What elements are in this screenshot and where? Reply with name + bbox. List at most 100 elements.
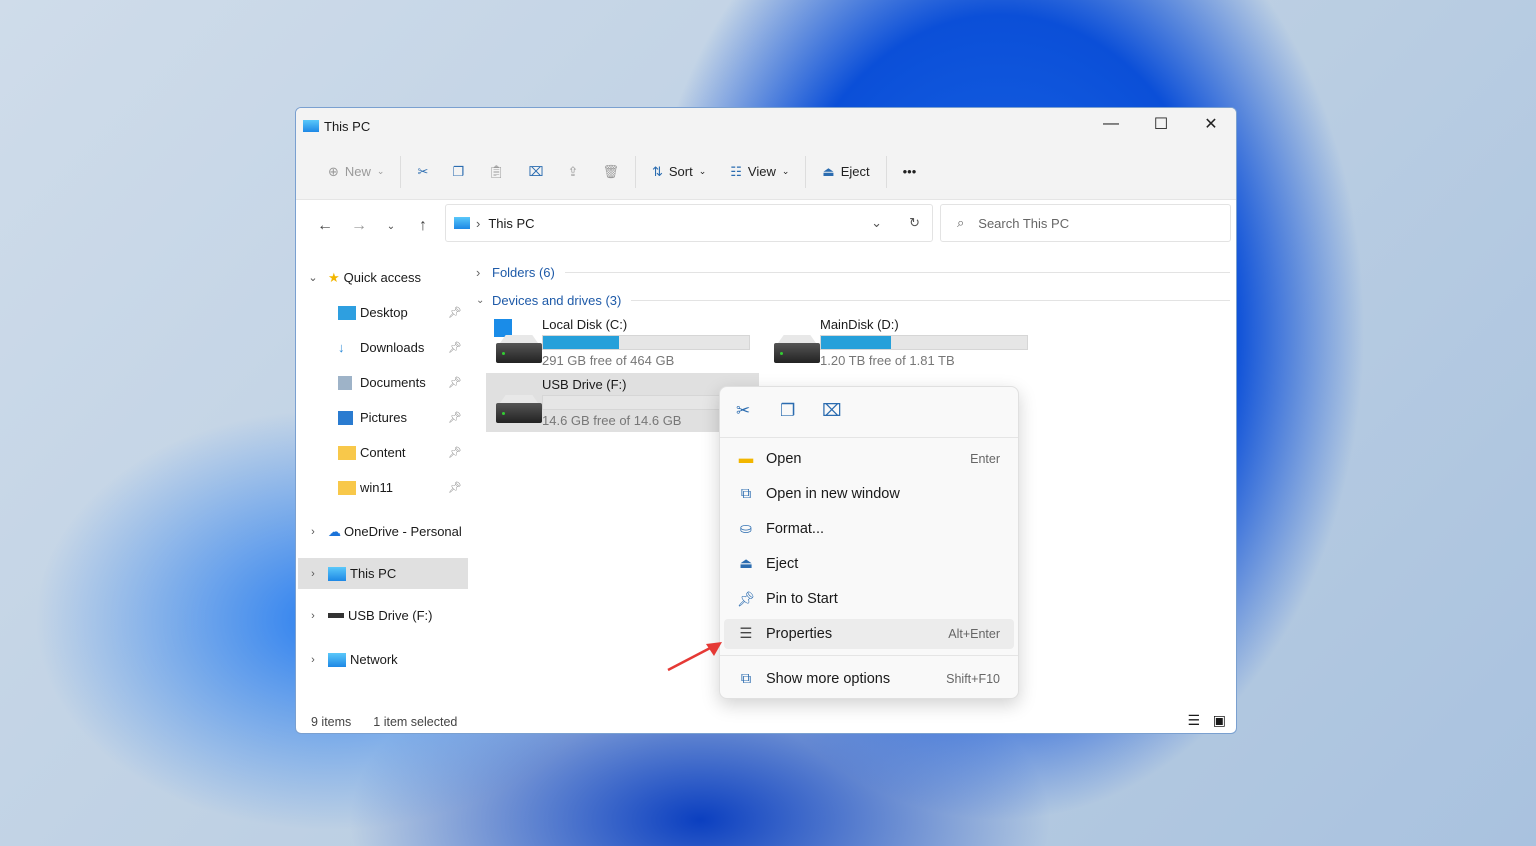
selection-count: 1 item selected — [373, 715, 458, 729]
sidebar-item-this-pc[interactable]: › This PC — [298, 558, 468, 589]
pin-icon: 📌︎ — [448, 447, 462, 459]
this-pc-icon — [303, 120, 319, 132]
breadcrumb-this-pc[interactable]: This PC — [488, 216, 534, 231]
rename-button[interactable]: ⌧ — [517, 154, 556, 190]
status-bar: 9 items 1 item selected — [311, 715, 457, 729]
share-button[interactable]: ⇪ — [556, 154, 591, 190]
sidebar-item-quick-access[interactable]: ⌄ ★ Quick access — [298, 260, 468, 295]
tiles-view-button[interactable]: ▣ — [1213, 712, 1226, 729]
search-input[interactable]: ⌕ Search This PC — [940, 204, 1231, 242]
details-view-button[interactable]: ☰ — [1187, 712, 1200, 729]
red-arrow-annotation — [667, 642, 722, 672]
maximize-button[interactable]: ☐ — [1136, 108, 1186, 140]
properties-icon: ☰ — [739, 626, 753, 642]
this-pc-icon — [454, 217, 470, 229]
chevron-down-icon: ⌄ — [698, 166, 707, 176]
menu-shortcut: Alt+Enter — [948, 627, 1000, 641]
sidebar-item-downloads[interactable]: ↓ Downloads 📌︎ — [298, 330, 468, 365]
menu-label: Properties — [766, 626, 833, 642]
sidebar-label: Pictures — [360, 410, 407, 425]
recent-locations-button[interactable]: ⌄ — [376, 221, 406, 232]
network-icon — [328, 652, 346, 667]
sidebar-item-usb-drive[interactable]: › USB Drive (F:) — [298, 598, 468, 633]
chevron-right-icon: › — [476, 264, 481, 280]
menu-label: Show more options — [766, 671, 891, 687]
group-folders[interactable]: › Folders (6) — [476, 258, 1230, 286]
cut-icon[interactable]: ✂ — [736, 401, 750, 421]
pictures-icon — [338, 410, 353, 425]
menu-item-open[interactable]: ▬ Open Enter — [724, 444, 1014, 474]
drive-item-c[interactable]: Local Disk (C:) 291 GB free of 464 GB — [486, 313, 761, 373]
copy-icon[interactable]: ❐ — [780, 401, 795, 421]
sidebar-label: Downloads — [360, 340, 425, 355]
pin-icon: 📌︎ — [448, 482, 462, 494]
chevron-right-icon: › — [311, 567, 315, 580]
menu-label: Pin to Start — [766, 591, 838, 607]
view-button[interactable]: ☷ View ⌄ — [718, 154, 801, 190]
delete-button[interactable]: 🗑︎ — [590, 154, 631, 190]
star-icon: ★ — [328, 269, 340, 285]
address-bar[interactable]: › This PC ⌄ ↻ — [445, 204, 933, 242]
address-dropdown-button[interactable]: ⌄ — [871, 215, 882, 231]
sidebar-item-onedrive[interactable]: › ☁ OneDrive - Personal — [298, 514, 468, 549]
close-button[interactable]: ✕ — [1186, 108, 1236, 140]
download-icon: ↓ — [338, 340, 345, 355]
sort-button[interactable]: ⇅ Sort ⌄ — [640, 154, 718, 190]
sidebar-item-pictures[interactable]: Pictures 📌︎ — [298, 400, 468, 435]
chevron-down-icon: ⌄ — [308, 272, 318, 284]
item-count: 9 items — [311, 715, 352, 729]
sidebar-label: This PC — [350, 566, 397, 581]
menu-shortcut: Enter — [970, 452, 1000, 466]
sidebar-item-content[interactable]: Content 📌︎ — [298, 435, 468, 470]
pin-icon: 📌︎ — [448, 412, 462, 424]
rename-icon[interactable]: ⌧ — [822, 401, 842, 421]
navigation-pane: ⌄ ★ Quick access Desktop 📌︎ ↓ Downloads 📌︎ Do… — [298, 258, 468, 677]
refresh-button[interactable]: ↻ — [909, 215, 920, 231]
menu-item-format[interactable]: ⛀ Format... — [724, 514, 1014, 544]
sidebar-item-documents[interactable]: Documents 📌︎ — [298, 365, 468, 400]
chevron-down-icon: ⌄ — [376, 166, 385, 176]
cut-button[interactable]: ✂ — [405, 154, 440, 190]
chevron-right-icon: › — [311, 609, 315, 622]
chevron-right-icon: › — [311, 653, 315, 666]
drive-usage-bar — [820, 335, 1028, 350]
minimize-button[interactable]: — — [1086, 108, 1136, 140]
divider — [805, 155, 807, 188]
context-menu: ✂ ❐ ⌧ ▬ Open Enter ⧉ Open in new window ⛀ Fo… — [719, 386, 1019, 699]
usb-drive-icon — [490, 377, 542, 428]
up-button[interactable]: ↑ — [406, 217, 440, 235]
open-new-window-icon: ⧉ — [740, 486, 752, 502]
sidebar-item-network[interactable]: › Network — [298, 642, 468, 677]
paste-button[interactable]: 📋︎ — [476, 154, 517, 190]
sort-label: Sort — [668, 164, 693, 179]
new-label: New — [344, 164, 371, 179]
pin-icon: 📌︎ — [448, 342, 462, 354]
group-label: Folders (6) — [492, 264, 555, 280]
copy-button[interactable]: ❐ — [440, 154, 476, 190]
eject-button[interactable]: ⏏ Eject — [810, 154, 881, 190]
more-options-button[interactable]: ••• — [891, 154, 929, 190]
drive-item-d[interactable]: MainDisk (D:) 1.20 TB free of 1.81 TB — [764, 313, 1039, 373]
sidebar-item-desktop[interactable]: Desktop 📌︎ — [298, 295, 468, 330]
menu-item-pin-to-start[interactable]: 📌︎ Pin to Start — [724, 584, 1014, 614]
menu-item-show-more-options[interactable]: ⧉ Show more options Shift+F10 — [724, 664, 1014, 694]
eject-label: Eject — [840, 164, 870, 179]
sidebar-item-win11[interactable]: win11 📌︎ — [298, 470, 468, 505]
pin-icon: 📌︎ — [448, 307, 462, 319]
new-button[interactable]: ⊕ New ⌄ — [316, 154, 396, 190]
drive-free-space: 1.20 TB free of 1.81 TB — [820, 353, 955, 368]
eject-icon: ⏏ — [739, 556, 753, 572]
folder-icon — [338, 480, 356, 495]
forward-button[interactable]: → — [342, 217, 376, 235]
divider — [885, 155, 887, 188]
menu-item-eject[interactable]: ⏏ Eject — [724, 549, 1014, 579]
group-devices[interactable]: ⌄ Devices and drives (3) — [476, 286, 1230, 314]
menu-item-open-new-window[interactable]: ⧉ Open in new window — [724, 479, 1014, 509]
chevron-down-icon: ⌄ — [476, 294, 485, 306]
window-title: This PC — [324, 118, 371, 134]
drive-name: MainDisk (D:) — [820, 317, 899, 332]
menu-item-properties[interactable]: ☰ Properties Alt+Enter — [724, 619, 1014, 649]
plus-icon: ⊕ — [328, 163, 339, 179]
back-button[interactable]: ← — [308, 217, 342, 235]
divider — [720, 655, 1018, 656]
